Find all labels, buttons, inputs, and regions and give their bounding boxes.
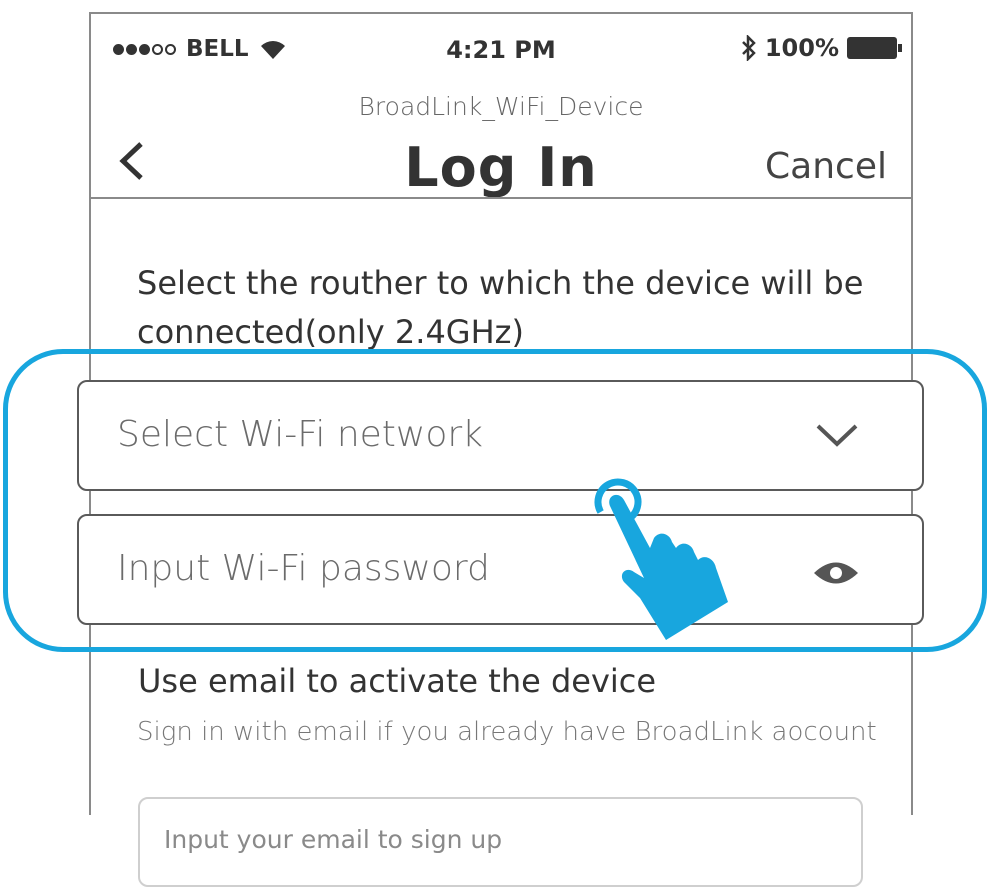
email-placeholder: Input your email to sign up (164, 825, 503, 854)
status-bar: BELL 4:21 PM 100% (91, 14, 911, 84)
bluetooth-icon (741, 35, 756, 61)
nav-divider (91, 197, 911, 199)
battery-label: 100% (764, 34, 839, 62)
email-section-heading: Use email to activate the device (138, 662, 657, 700)
password-placeholder: Input Wi-Fi password (117, 548, 490, 589)
wifi-network-select[interactable]: Select Wi-Fi network (77, 380, 924, 491)
email-section-description: Sign in with email if you already have B… (137, 717, 877, 747)
email-field[interactable]: Input your email to sign up (138, 797, 863, 887)
battery-group: 100% (741, 34, 902, 62)
device-name: BroadLink_WiFi_Device (358, 92, 644, 121)
wifi-select-placeholder: Select Wi-Fi network (117, 414, 484, 455)
eye-icon[interactable] (812, 558, 860, 588)
tap-hand-icon (594, 478, 728, 640)
cancel-button[interactable]: Cancel (765, 146, 887, 187)
instruction-text: Select the routher to which the device w… (137, 264, 864, 351)
battery-icon (847, 37, 902, 59)
chevron-down-icon[interactable] (814, 420, 860, 450)
wifi-password-input[interactable]: Input Wi-Fi password (77, 514, 924, 625)
